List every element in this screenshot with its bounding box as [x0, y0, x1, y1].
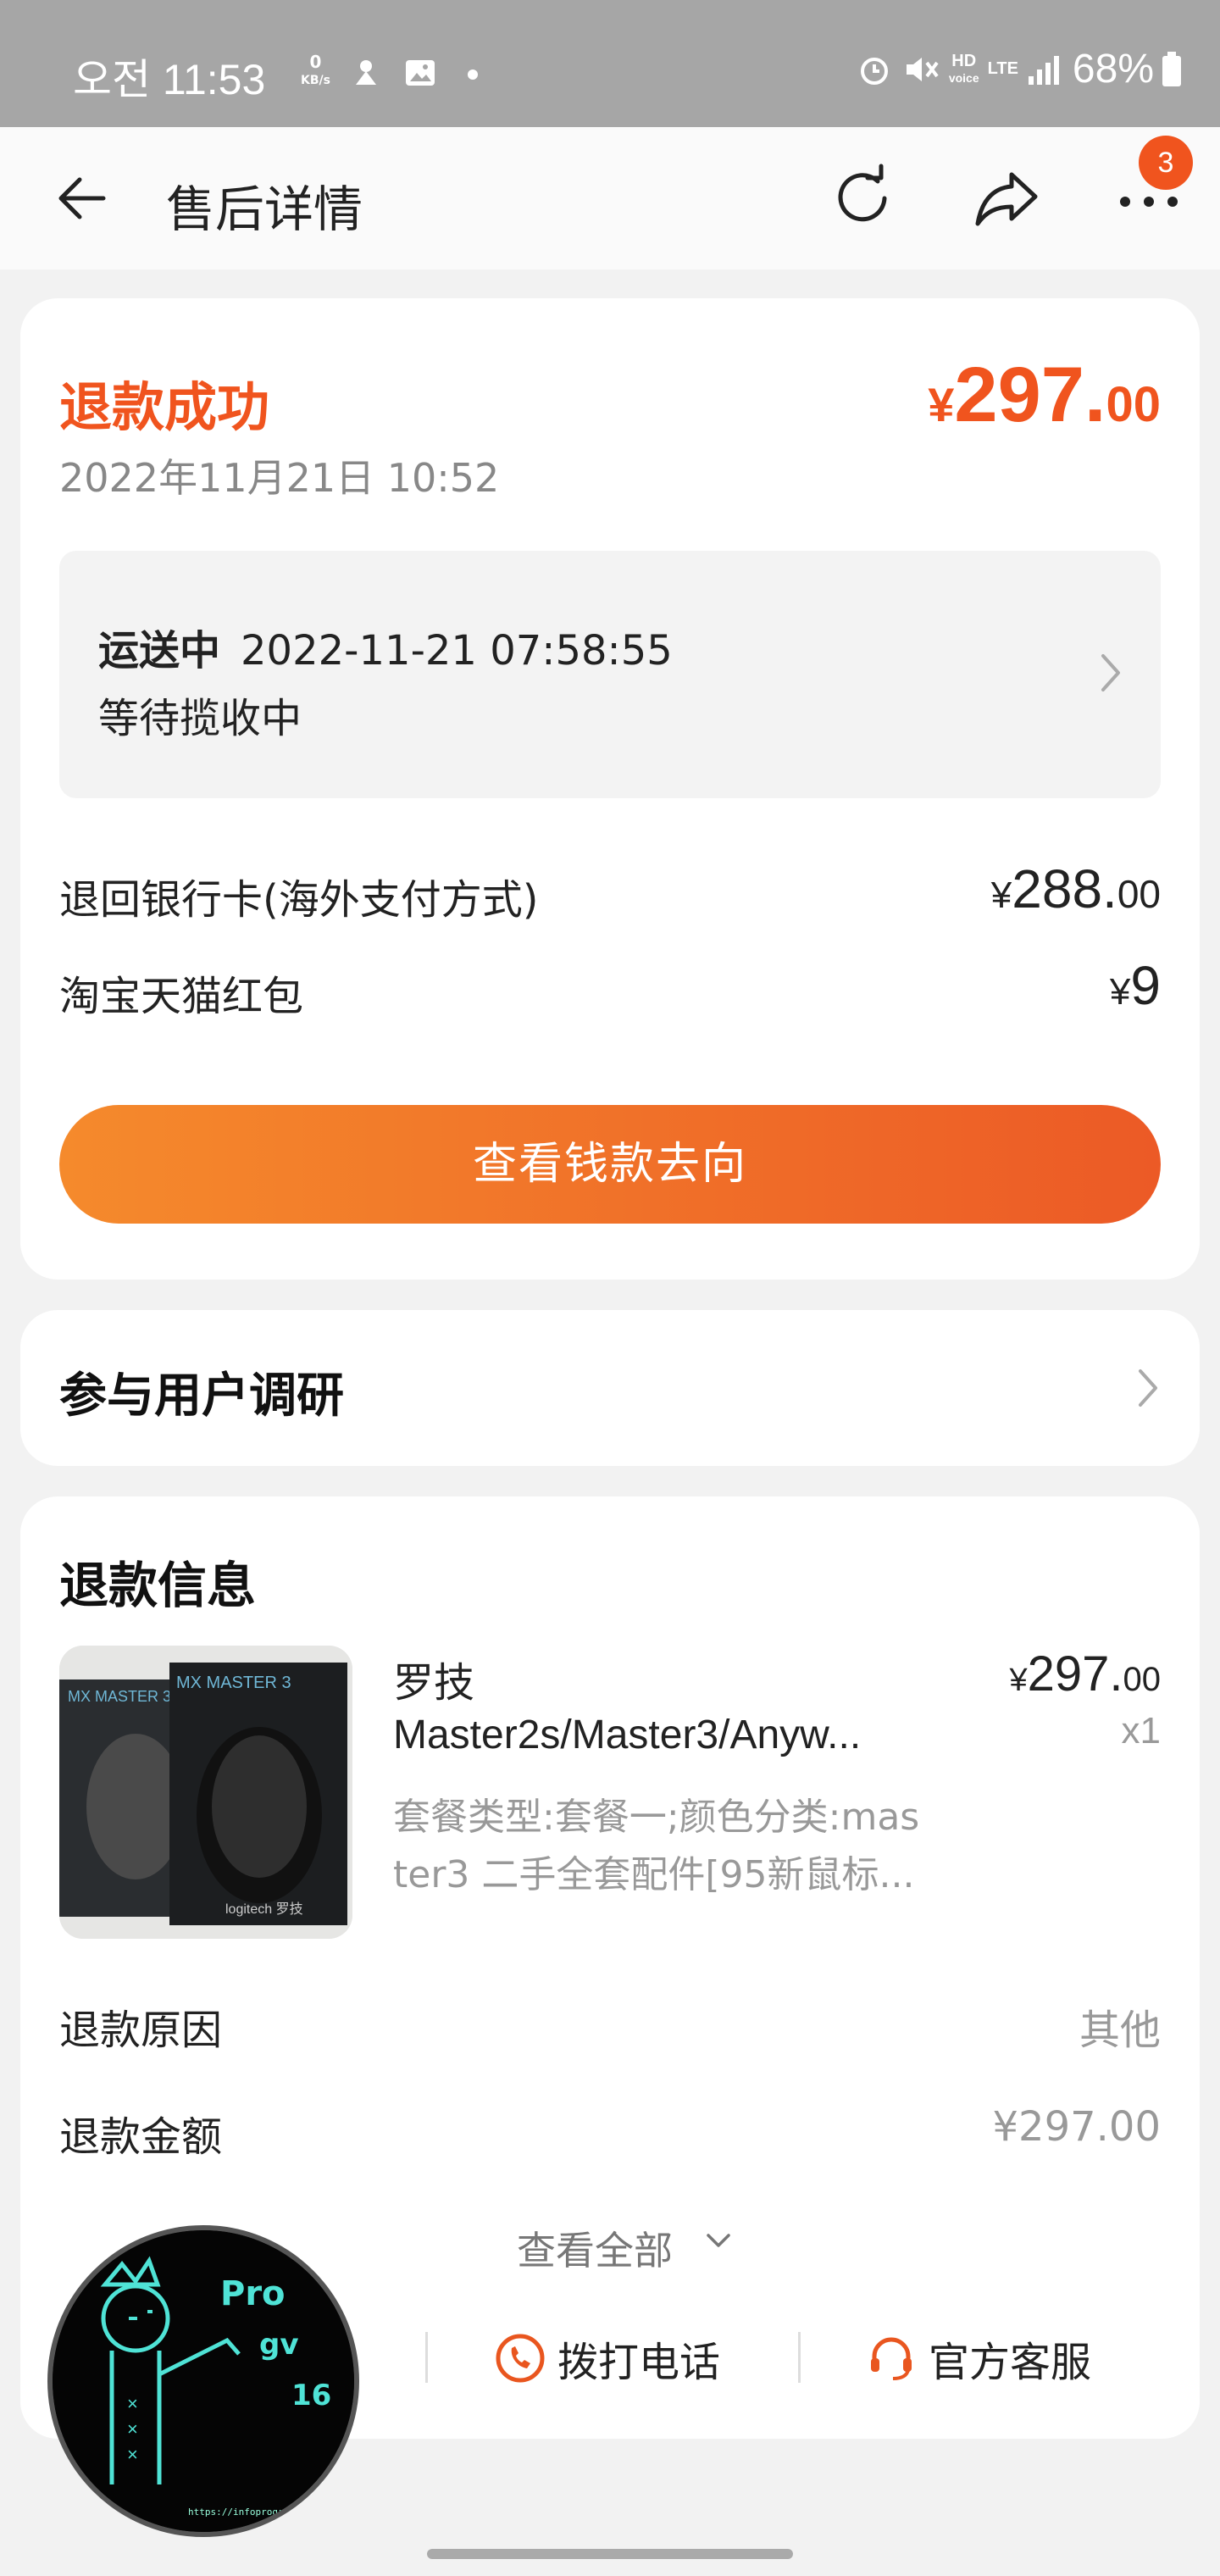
- home-indicator[interactable]: [427, 2549, 793, 2559]
- svg-text:×: ×: [127, 2444, 138, 2465]
- svg-text:MX MASTER 3: MX MASTER 3: [68, 1688, 171, 1705]
- product-photo: MX MASTER 3 MX MASTER 3 logitech 罗技: [59, 1646, 352, 1939]
- call-phone-label: 拨打电话: [557, 2339, 721, 2386]
- chevron-down-icon[interactable]: [703, 2230, 734, 2251]
- alarm-icon: [860, 57, 888, 85]
- survey-title: 参与用户调研: [59, 1368, 344, 1424]
- customer-service-button[interactable]: 官方客服: [864, 2329, 1091, 2388]
- product-price: ¥297.00: [1009, 1646, 1161, 1702]
- shipping-time: 2022-11-21 07:58:55: [241, 627, 673, 675]
- shipping-line: 运送中 2022-11-21 07:58:55: [98, 617, 673, 676]
- product-name-line1[interactable]: 罗技: [393, 1649, 474, 1708]
- refund-amount-value: ¥297.00: [992, 2103, 1162, 2151]
- action-divider: [425, 2332, 428, 2383]
- shipping-detail: 等待揽收中: [98, 695, 302, 742]
- mute-icon: [906, 57, 939, 81]
- refund-info-title: 退款信息: [59, 1557, 257, 1614]
- navigation-bar: 售后详情 3: [0, 127, 1220, 269]
- product-name-line2[interactable]: Master2s/Master3/Anyw...: [393, 1712, 861, 1758]
- refund-reason-value: 其他: [1079, 2007, 1161, 2054]
- breakdown-amount: ¥288.00: [990, 858, 1161, 919]
- svg-text:MX MASTER 3: MX MASTER 3: [176, 1674, 291, 1692]
- refresh-icon[interactable]: [829, 163, 900, 234]
- dot-icon: [468, 69, 478, 80]
- hd-voice: HD voice: [948, 51, 979, 85]
- see-all-button[interactable]: 查看全部: [517, 2220, 673, 2276]
- status-time: 오전 11:53: [73, 56, 266, 103]
- page-title: 售后详情: [166, 180, 363, 238]
- refund-breakdown-row: 淘宝天猫红包 ¥9: [59, 954, 1161, 1022]
- signal-icon: [1028, 55, 1059, 85]
- refund-amount-row: 退款金额 ¥297.00: [59, 2103, 1161, 2162]
- watermark-avatar: × × × Pro gv 16 https://infoprogramming.…: [47, 2225, 359, 2537]
- svg-text:https://infoprogramming.tistor: https://infoprogramming.tistory.com: [188, 2507, 354, 2518]
- breakdown-amount: ¥9: [1109, 955, 1161, 1016]
- svg-text:×: ×: [127, 2418, 138, 2440]
- svg-text:gv: gv: [259, 2328, 299, 2362]
- lte-label: LTE: [987, 59, 1018, 78]
- view-money-flow-button[interactable]: 查看钱款去向: [59, 1105, 1161, 1224]
- status-bar: 오전 11:53 0 KB/s HD voice LTE 68%: [0, 0, 1220, 127]
- gallery-icon: [406, 60, 435, 86]
- svg-text:×: ×: [127, 2393, 138, 2414]
- watermark-logo: × × × Pro gv 16 https://infoprogramming.…: [53, 2230, 354, 2532]
- refund-breakdown-row: 退回银行卡(海外支付方式) ¥288.00: [59, 858, 1161, 925]
- battery-icon: [1162, 51, 1181, 86]
- svg-text:logitech 罗技: logitech 罗技: [225, 1901, 303, 1917]
- shipping-status: 运送中: [98, 627, 221, 675]
- refund-reason-label: 退款原因: [59, 2007, 223, 2054]
- breakdown-label: 淘宝天猫红包: [59, 973, 304, 1020]
- survey-card[interactable]: 参与用户调研: [20, 1310, 1200, 1466]
- chevron-right-icon: [1139, 1369, 1157, 1407]
- product-quantity: x1: [1121, 1710, 1161, 1752]
- headset-icon: [871, 2337, 912, 2380]
- refund-status-card: 退款成功 ¥297.00 2022年11月21日 10:52 运送中 2022-1…: [20, 298, 1200, 1280]
- action-divider: [798, 2332, 801, 2383]
- notification-icon: [356, 60, 376, 85]
- svg-text:Pro: Pro: [220, 2274, 286, 2313]
- breakdown-label: 退回银行卡(海外支付方式): [59, 876, 539, 924]
- product-sku-line1: 套餐类型:套餐一;颜色分类:mas: [393, 1796, 920, 1839]
- refund-time: 2022年11月21日 10:52: [59, 455, 500, 501]
- customer-service-label: 官方客服: [929, 2339, 1092, 2386]
- share-icon[interactable]: [971, 166, 1042, 230]
- refund-amount-label: 退款金额: [59, 2113, 223, 2161]
- product-sku-line2: ter3 二手全套配件[95新鼠标...: [393, 1853, 915, 1896]
- chevron-right-icon: [1101, 654, 1120, 691]
- phone-icon: [496, 2334, 545, 2383]
- product-image[interactable]: MX MASTER 3 MX MASTER 3 logitech 罗技: [59, 1646, 352, 1939]
- back-arrow-icon[interactable]: [51, 171, 110, 225]
- net-speed: 0 KB/s: [301, 52, 330, 87]
- shipping-status-box[interactable]: 运送中 2022-11-21 07:58:55 等待揽收中: [59, 551, 1161, 798]
- refund-reason-row: 退款原因 其他: [59, 1996, 1161, 2056]
- notification-badge: 3: [1139, 136, 1193, 190]
- call-phone-button[interactable]: 拨打电话: [493, 2329, 720, 2388]
- refund-total-amount: ¥297.00: [928, 352, 1161, 438]
- svg-text:16: 16: [291, 2379, 331, 2412]
- battery-level: 68%: [1072, 47, 1154, 92]
- status-right: HD voice LTE 68%: [856, 46, 1183, 92]
- refund-status-title: 退款成功: [59, 376, 270, 438]
